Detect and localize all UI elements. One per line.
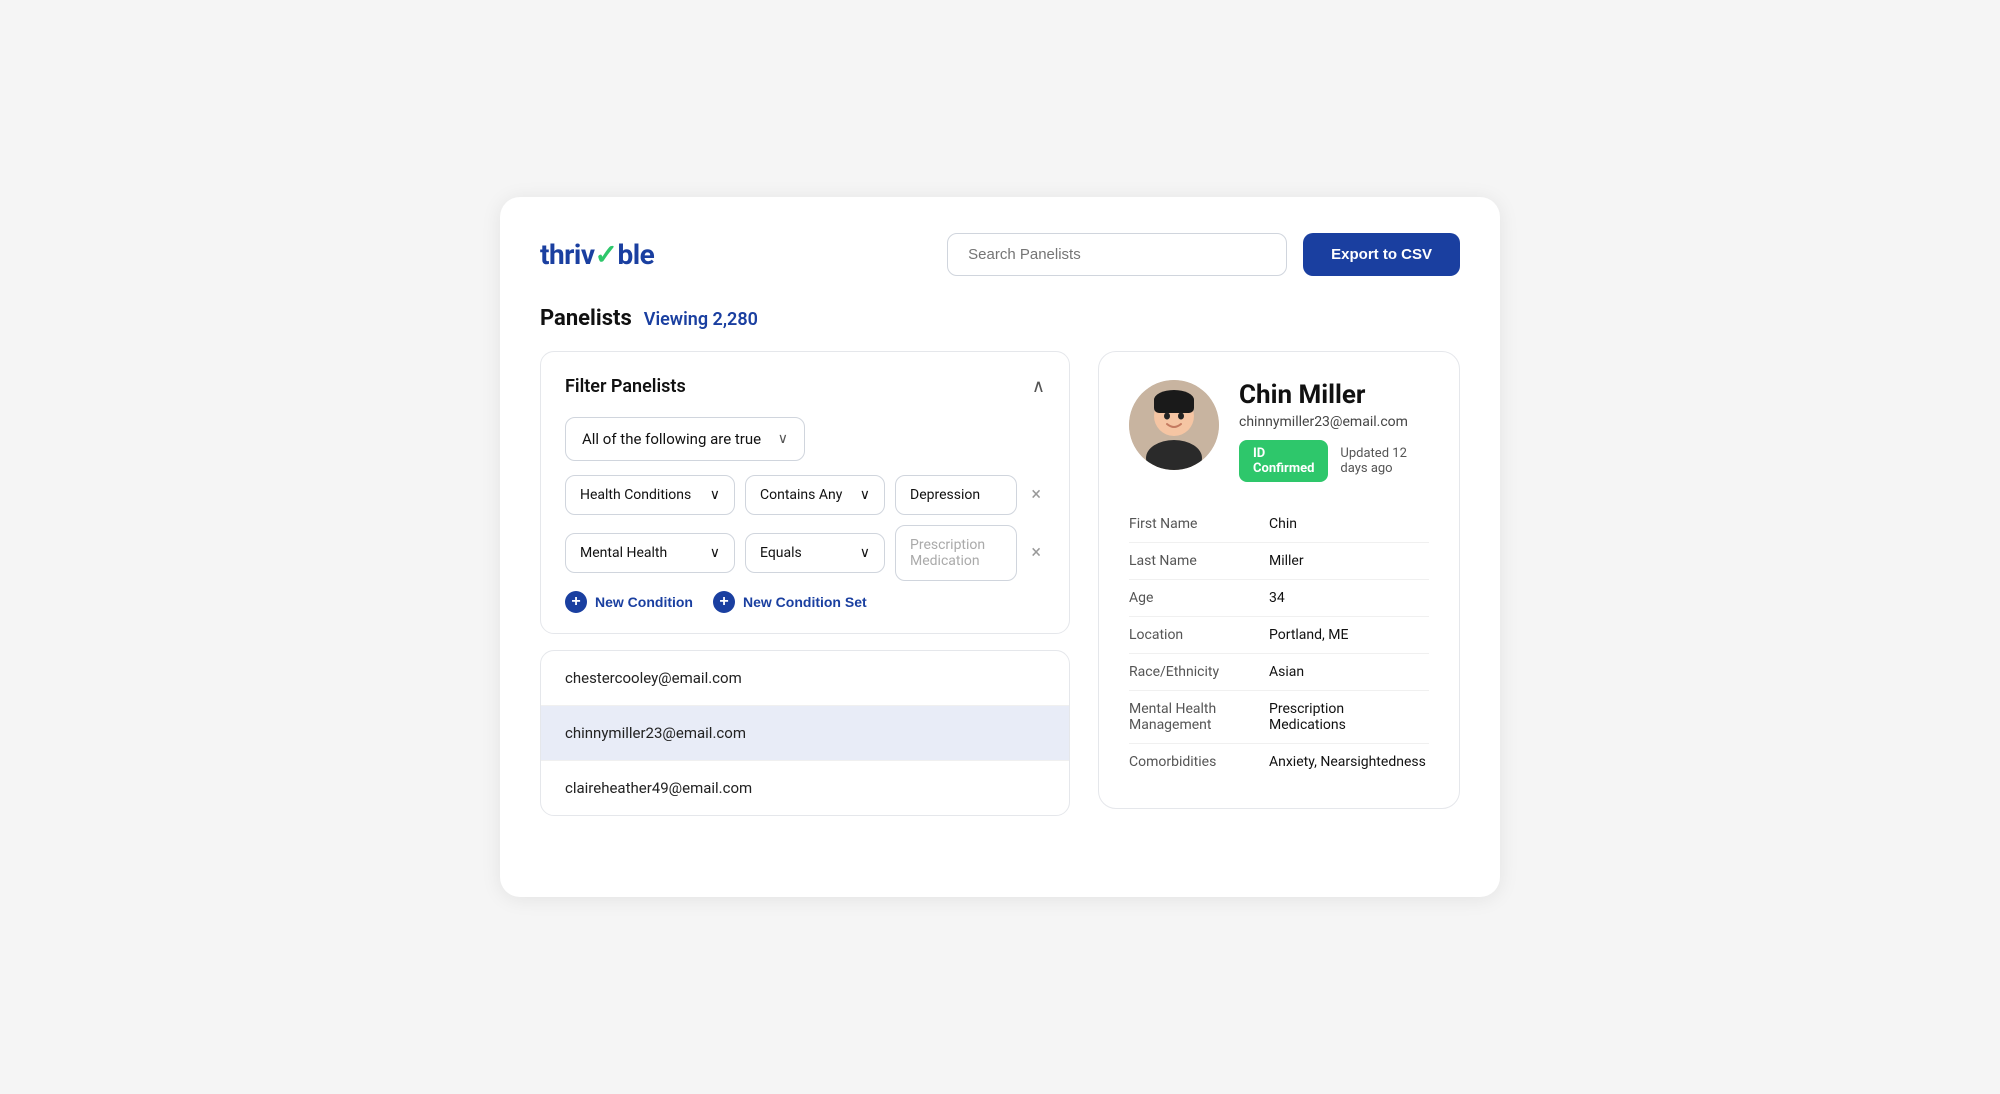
panelists-heading: Panelists: [540, 306, 632, 331]
updated-text: Updated 12 days ago: [1340, 446, 1429, 476]
detail-row: Mental HealthManagement PrescriptionMedi…: [1129, 691, 1429, 744]
value-box-1[interactable]: Depression: [895, 475, 1017, 515]
profile-top: Chin Miller chinnymiller23@email.com ID …: [1129, 380, 1429, 482]
detail-label: Age: [1129, 590, 1269, 606]
logo-text-start: thriv: [540, 238, 595, 271]
filter-panelists-box: Filter Panelists ∧ All of the following …: [540, 351, 1070, 634]
new-condition-set-button[interactable]: + New Condition Set: [713, 591, 867, 613]
detail-row: Location Portland, ME: [1129, 617, 1429, 654]
detail-label: First Name: [1129, 516, 1269, 532]
export-csv-button[interactable]: Export to CSV: [1303, 233, 1460, 276]
profile-info: Chin Miller chinnymiller23@email.com ID …: [1239, 380, 1429, 482]
value-box-2[interactable]: PrescriptionMedication: [895, 525, 1017, 581]
detail-label: Mental HealthManagement: [1129, 701, 1269, 733]
logo-check: ✓: [595, 238, 618, 271]
operator-select-2[interactable]: Equals ∨: [745, 533, 885, 573]
main-layout: Filter Panelists ∧ All of the following …: [540, 351, 1460, 816]
new-condition-row: + New Condition + New Condition Set: [565, 591, 1045, 613]
operator-select-1-label: Contains Any: [760, 487, 842, 503]
header: thriv✓ble Export to CSV: [540, 233, 1460, 276]
category-select-2-chevron-icon: ∨: [710, 545, 720, 561]
id-confirmed-badge: ID Confirmed: [1239, 440, 1328, 482]
category-select-1[interactable]: Health Conditions ∨: [565, 475, 735, 515]
remove-condition-1-button[interactable]: ×: [1027, 484, 1045, 506]
category-select-1-chevron-icon: ∨: [710, 487, 720, 503]
profile-name: Chin Miller: [1239, 380, 1429, 410]
email-list: chestercooley@email.com chinnymiller23@e…: [540, 650, 1070, 816]
detail-label: Race/Ethnicity: [1129, 664, 1269, 680]
new-condition-label: New Condition: [595, 594, 693, 610]
profile-card: Chin Miller chinnymiller23@email.com ID …: [1098, 351, 1460, 809]
list-item[interactable]: claireheather49@email.com: [541, 761, 1069, 815]
logic-dropdown-label: All of the following are true: [582, 430, 761, 448]
list-item[interactable]: chinnymiller23@email.com: [541, 706, 1069, 761]
profile-details: First Name Chin Last Name Miller Age 34 …: [1129, 506, 1429, 780]
profile-badges: ID Confirmed Updated 12 days ago: [1239, 440, 1429, 482]
detail-value: PrescriptionMedications: [1269, 701, 1346, 733]
filter-collapse-icon[interactable]: ∧: [1032, 376, 1045, 397]
detail-value: Anxiety, Nearsightedness: [1269, 754, 1426, 770]
detail-value: Portland, ME: [1269, 627, 1348, 643]
detail-row: First Name Chin: [1129, 506, 1429, 543]
filter-header: Filter Panelists ∧: [565, 376, 1045, 397]
header-right: Export to CSV: [947, 233, 1460, 276]
panelists-title-row: Panelists Viewing 2,280: [540, 306, 1460, 331]
left-panel: Filter Panelists ∧ All of the following …: [540, 351, 1070, 816]
new-condition-set-label: New Condition Set: [743, 594, 867, 610]
logo-text-end: ble: [617, 238, 654, 271]
operator-select-1-chevron-icon: ∨: [860, 487, 870, 503]
detail-value: 34: [1269, 590, 1285, 606]
search-input[interactable]: [947, 233, 1287, 276]
detail-label: Comorbidities: [1129, 754, 1269, 770]
detail-row: Comorbidities Anxiety, Nearsightedness: [1129, 744, 1429, 780]
list-item-email: claireheather49@email.com: [565, 779, 752, 797]
detail-label: Last Name: [1129, 553, 1269, 569]
filter-title: Filter Panelists: [565, 376, 686, 397]
operator-select-2-label: Equals: [760, 545, 802, 561]
list-item-email: chinnymiller23@email.com: [565, 724, 746, 742]
category-select-2-label: Mental Health: [580, 545, 667, 561]
profile-email: chinnymiller23@email.com: [1239, 414, 1429, 430]
new-condition-set-plus-icon: +: [713, 591, 735, 613]
detail-value: Miller: [1269, 553, 1304, 569]
logic-dropdown[interactable]: All of the following are true ∨: [565, 417, 805, 461]
new-condition-plus-icon: +: [565, 591, 587, 613]
condition-row: Health Conditions ∨ Contains Any ∨ Depre…: [565, 475, 1045, 515]
condition-row-2: Mental Health ∨ Equals ∨ PrescriptionMed…: [565, 525, 1045, 581]
detail-row: Last Name Miller: [1129, 543, 1429, 580]
viewing-count: Viewing 2,280: [644, 309, 758, 330]
detail-value: Asian: [1269, 664, 1304, 680]
list-item[interactable]: chestercooley@email.com: [541, 651, 1069, 706]
detail-row: Age 34: [1129, 580, 1429, 617]
detail-row: Race/Ethnicity Asian: [1129, 654, 1429, 691]
detail-value: Chin: [1269, 516, 1297, 532]
category-select-2[interactable]: Mental Health ∨: [565, 533, 735, 573]
operator-select-1[interactable]: Contains Any ∨: [745, 475, 885, 515]
logic-dropdown-chevron-icon: ∨: [778, 431, 788, 447]
category-select-1-label: Health Conditions: [580, 487, 691, 503]
operator-select-2-chevron-icon: ∨: [860, 545, 870, 561]
new-condition-button[interactable]: + New Condition: [565, 591, 693, 613]
remove-condition-2-button[interactable]: ×: [1027, 542, 1045, 564]
logo: thriv✓ble: [540, 238, 654, 271]
avatar: [1129, 380, 1219, 470]
detail-label: Location: [1129, 627, 1269, 643]
list-item-email: chestercooley@email.com: [565, 669, 742, 687]
